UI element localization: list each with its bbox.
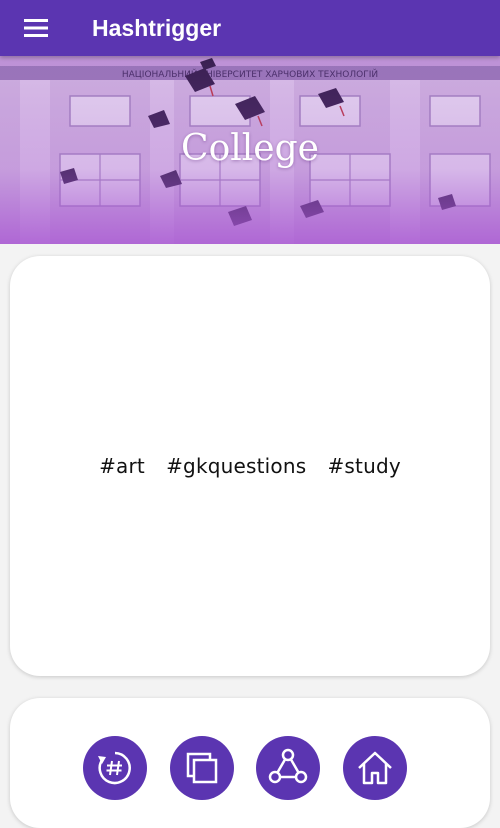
- copy-icon: [186, 752, 218, 784]
- copy-button[interactable]: [170, 736, 234, 800]
- hashtag-refresh-button[interactable]: [83, 736, 147, 800]
- home-button[interactable]: [343, 736, 407, 800]
- hashtags-text[interactable]: #art #gkquestions #study: [99, 454, 401, 478]
- home-icon: [358, 751, 392, 785]
- banner-title: College: [181, 128, 319, 169]
- app-title: Hashtrigger: [92, 14, 222, 41]
- share-icon: [268, 748, 308, 784]
- menu-button[interactable]: [18, 10, 54, 46]
- hamburger-menu-icon: [24, 19, 48, 37]
- share-button[interactable]: [256, 736, 320, 800]
- hashtags-card: #art #gkquestions #study: [10, 256, 490, 676]
- category-banner: НАЦІОНАЛЬНИЙ УНІВЕРСИТЕТ ХАРЧОВИХ ТЕХНОЛ…: [0, 56, 500, 244]
- actions-card: [10, 698, 490, 828]
- app-bar: Hashtrigger: [0, 0, 500, 56]
- hashtag-refresh-icon: [98, 751, 131, 785]
